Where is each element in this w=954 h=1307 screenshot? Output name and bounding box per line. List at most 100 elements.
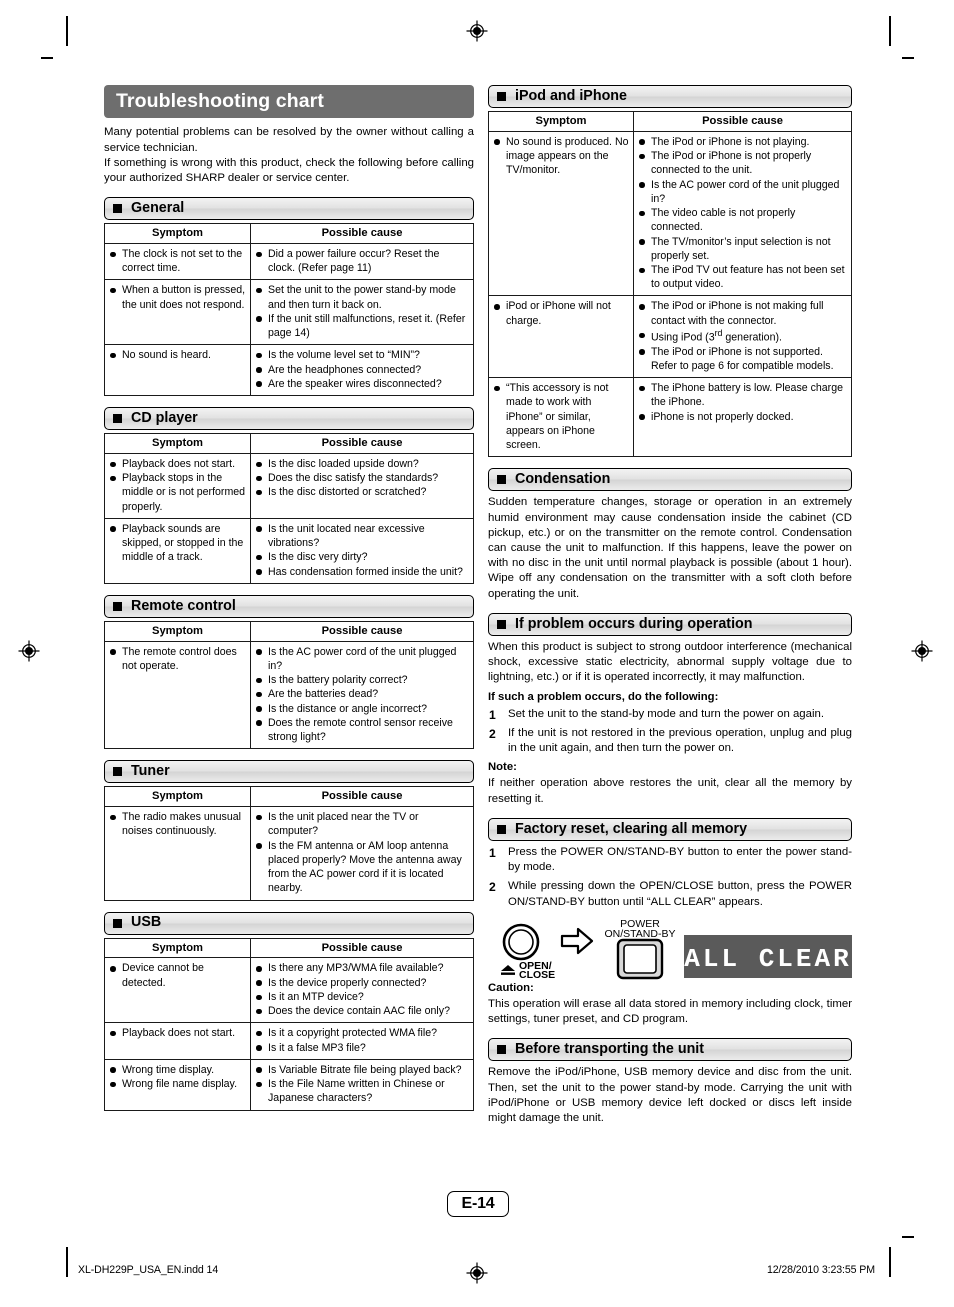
problem-operation-steps: 1 Set the unit to the stand-by mode and t… xyxy=(488,707,852,757)
power-button-icon xyxy=(616,938,664,980)
note-body: If neither operation above restores the … xyxy=(488,777,852,805)
bullet-square-icon xyxy=(113,601,122,611)
footer-timestamp: 12/28/2010 3:23:55 PM xyxy=(766,1264,875,1276)
cell-cause: Is it a copyright protected WMA file? Is … xyxy=(250,1022,474,1060)
bullet-item: Is the battery polarity correct? xyxy=(253,673,469,687)
bullet-square-icon xyxy=(113,767,122,777)
symptom-list: The remote control does not operate. xyxy=(107,645,246,673)
bullet-item: iPhone is not properly docked. xyxy=(636,410,847,424)
bullet-item: Is it a false MP3 file? xyxy=(253,1041,469,1055)
section-header-remote-control: Remote control xyxy=(104,594,474,618)
bullet-item: The TV/monitor’s input selection is not … xyxy=(636,235,847,263)
symptom-list: The radio makes unusual noises continuou… xyxy=(107,810,246,838)
problem-operation-subhead: If such a problem occurs, do the followi… xyxy=(488,690,719,703)
bullet-item: Is the distance or angle incorrect? xyxy=(253,702,469,716)
bullet-item: Using iPod (3rd generation). xyxy=(636,328,847,345)
bullet-item: The remote control does not operate. xyxy=(107,645,246,673)
section-header-ipod-iphone: iPod and iPhone xyxy=(488,85,852,108)
table-ipod-iphone: Symptom Possible cause No sound is produ… xyxy=(488,111,852,458)
table-row: “This accessory is not made to work with… xyxy=(488,377,852,458)
section-header-general: General xyxy=(104,197,474,221)
manual-page: Troubleshooting chart Many potential pro… xyxy=(0,0,954,1307)
table-header-row: Symptom Possible cause xyxy=(104,620,474,642)
table-header-row: Symptom Possible cause xyxy=(488,111,852,132)
svg-text:ALL CLEAR: ALL CLEAR xyxy=(684,944,851,974)
bullet-item: Is the AC power cord of the unit plugged… xyxy=(253,645,469,673)
bullet-item: Does the device contain AAC file only? xyxy=(253,1004,469,1018)
col-head-possible-cause: Possible cause xyxy=(250,786,474,808)
step-text: While pressing down the OPEN/CLOSE butto… xyxy=(508,880,852,908)
col-head-symptom: Symptom xyxy=(104,620,251,642)
step-item: 1 Set the unit to the stand-by mode and t… xyxy=(488,707,852,722)
col-head-possible-cause: Possible cause xyxy=(250,937,474,959)
crop-mark-bottom-right-v xyxy=(889,1247,891,1277)
table-row: No sound is heard. Is the volume level s… xyxy=(104,344,474,397)
bullet-item: Is it a copyright protected WMA file? xyxy=(253,1026,469,1040)
bullet-item: Does the remote control sensor receive s… xyxy=(253,716,469,744)
table-row: The remote control does not operate. Is … xyxy=(104,640,474,750)
table-remote-control: Symptom Possible cause The remote contro… xyxy=(104,620,474,750)
cause-list: Is there any MP3/WMA file available? Is t… xyxy=(253,961,469,1018)
section-title-factory-reset: Factory reset, clearing all memory xyxy=(515,820,748,837)
cause-list: Is the AC power cord of the unit plugged… xyxy=(253,645,469,745)
bullet-item: The iPod or iPhone is not playing. xyxy=(636,135,847,149)
cell-symptom: The radio makes unusual noises continuou… xyxy=(104,806,251,901)
table-tuner: Symptom Possible cause The radio makes u… xyxy=(104,786,474,901)
bullet-item: The iPod or iPhone is not making full co… xyxy=(636,299,847,327)
cause-list: Is Variable Bitrate file being played ba… xyxy=(253,1063,469,1106)
crop-mark-bottom-right-h xyxy=(902,1236,914,1238)
bullet-item: Playback stops in the middle or is not p… xyxy=(107,471,246,514)
bullet-item: Playback does not start. xyxy=(107,457,246,471)
right-column: iPod and iPhone Symptom Possible cause N… xyxy=(488,85,852,1126)
table-header-row: Symptom Possible cause xyxy=(104,937,474,959)
bullet-square-icon xyxy=(113,918,122,928)
step-item: 2 While pressing down the OPEN/CLOSE butt… xyxy=(488,879,852,910)
cell-symptom: Playback sounds are skipped, or stopped … xyxy=(104,517,251,584)
bullet-item: The video cable is not properly connecte… xyxy=(636,206,847,234)
bullet-item: No sound is heard. xyxy=(107,348,246,362)
intro-text: Many potential problems can be resolved … xyxy=(104,125,474,186)
factory-reset-steps: 1 Press the POWER ON/STAND-BY button to e… xyxy=(488,845,852,910)
table-row: Playback sounds are skipped, or stopped … xyxy=(104,517,474,584)
symptom-list: No sound is produced. No image appears o… xyxy=(491,135,629,178)
section-title-before-transporting: Before transporting the unit xyxy=(515,1041,705,1058)
col-head-symptom: Symptom xyxy=(104,223,251,244)
cell-symptom: No sound is heard. xyxy=(104,344,251,397)
bullet-square-icon xyxy=(497,1045,506,1055)
bullet-square-icon xyxy=(497,92,506,101)
table-general: Symptom Possible cause The clock is not … xyxy=(104,223,474,397)
cause-list: The iPhone battery is low. Please charge… xyxy=(636,381,847,424)
cell-cause: Is Variable Bitrate file being played ba… xyxy=(250,1058,474,1111)
section-title-tuner: Tuner xyxy=(131,763,170,780)
bullet-item: Are the headphones connected? xyxy=(253,363,469,377)
symptom-list: The clock is not set to the correct time… xyxy=(107,247,246,275)
col-head-possible-cause: Possible cause xyxy=(250,433,474,454)
footer-filename: XL-DH229P_USA_EN.indd 14 xyxy=(78,1264,219,1276)
table-row: The clock is not set to the correct time… xyxy=(104,242,474,281)
intro-paragraph-2: If something is wrong with this product,… xyxy=(104,156,474,184)
section-title-usb: USB xyxy=(131,914,162,931)
registration-mark-right xyxy=(911,640,933,662)
section-header-cd-player: CD player xyxy=(104,407,474,431)
bullet-item: Are the speaker wires disconnected? xyxy=(253,377,469,391)
bullet-item: Does the disc satisfy the standards? xyxy=(253,471,469,485)
section-title-condensation: Condensation xyxy=(515,471,611,488)
section-title-cd-player: CD player xyxy=(131,409,198,426)
table-row: The radio makes unusual noises continuou… xyxy=(104,806,474,901)
bullet-item: Is Variable Bitrate file being played ba… xyxy=(253,1063,469,1077)
col-head-symptom: Symptom xyxy=(104,433,251,454)
step-text: If the unit is not restored in the previ… xyxy=(508,726,852,755)
bullet-item: Did a power failure occur? Reset the clo… xyxy=(253,247,469,275)
bullet-item: Is the volume level set to “MIN”? xyxy=(253,348,469,362)
problem-operation-body: When this product is subject to strong o… xyxy=(488,640,852,684)
bullet-item: The iPod or iPhone is not properly conne… xyxy=(636,149,847,177)
cell-symptom: The remote control does not operate. xyxy=(104,640,251,750)
crop-mark-top-right-v xyxy=(889,16,891,46)
cause-list: Is the disc loaded upside down? Does the … xyxy=(253,457,469,500)
arrow-right-icon xyxy=(560,927,594,955)
col-head-symptom: Symptom xyxy=(488,111,634,132)
symptom-list: No sound is heard. xyxy=(107,348,246,362)
symptom-list: Wrong time display. Wrong file name displ… xyxy=(107,1063,246,1091)
bullet-square-icon xyxy=(113,204,122,214)
col-head-possible-cause: Possible cause xyxy=(250,620,474,642)
